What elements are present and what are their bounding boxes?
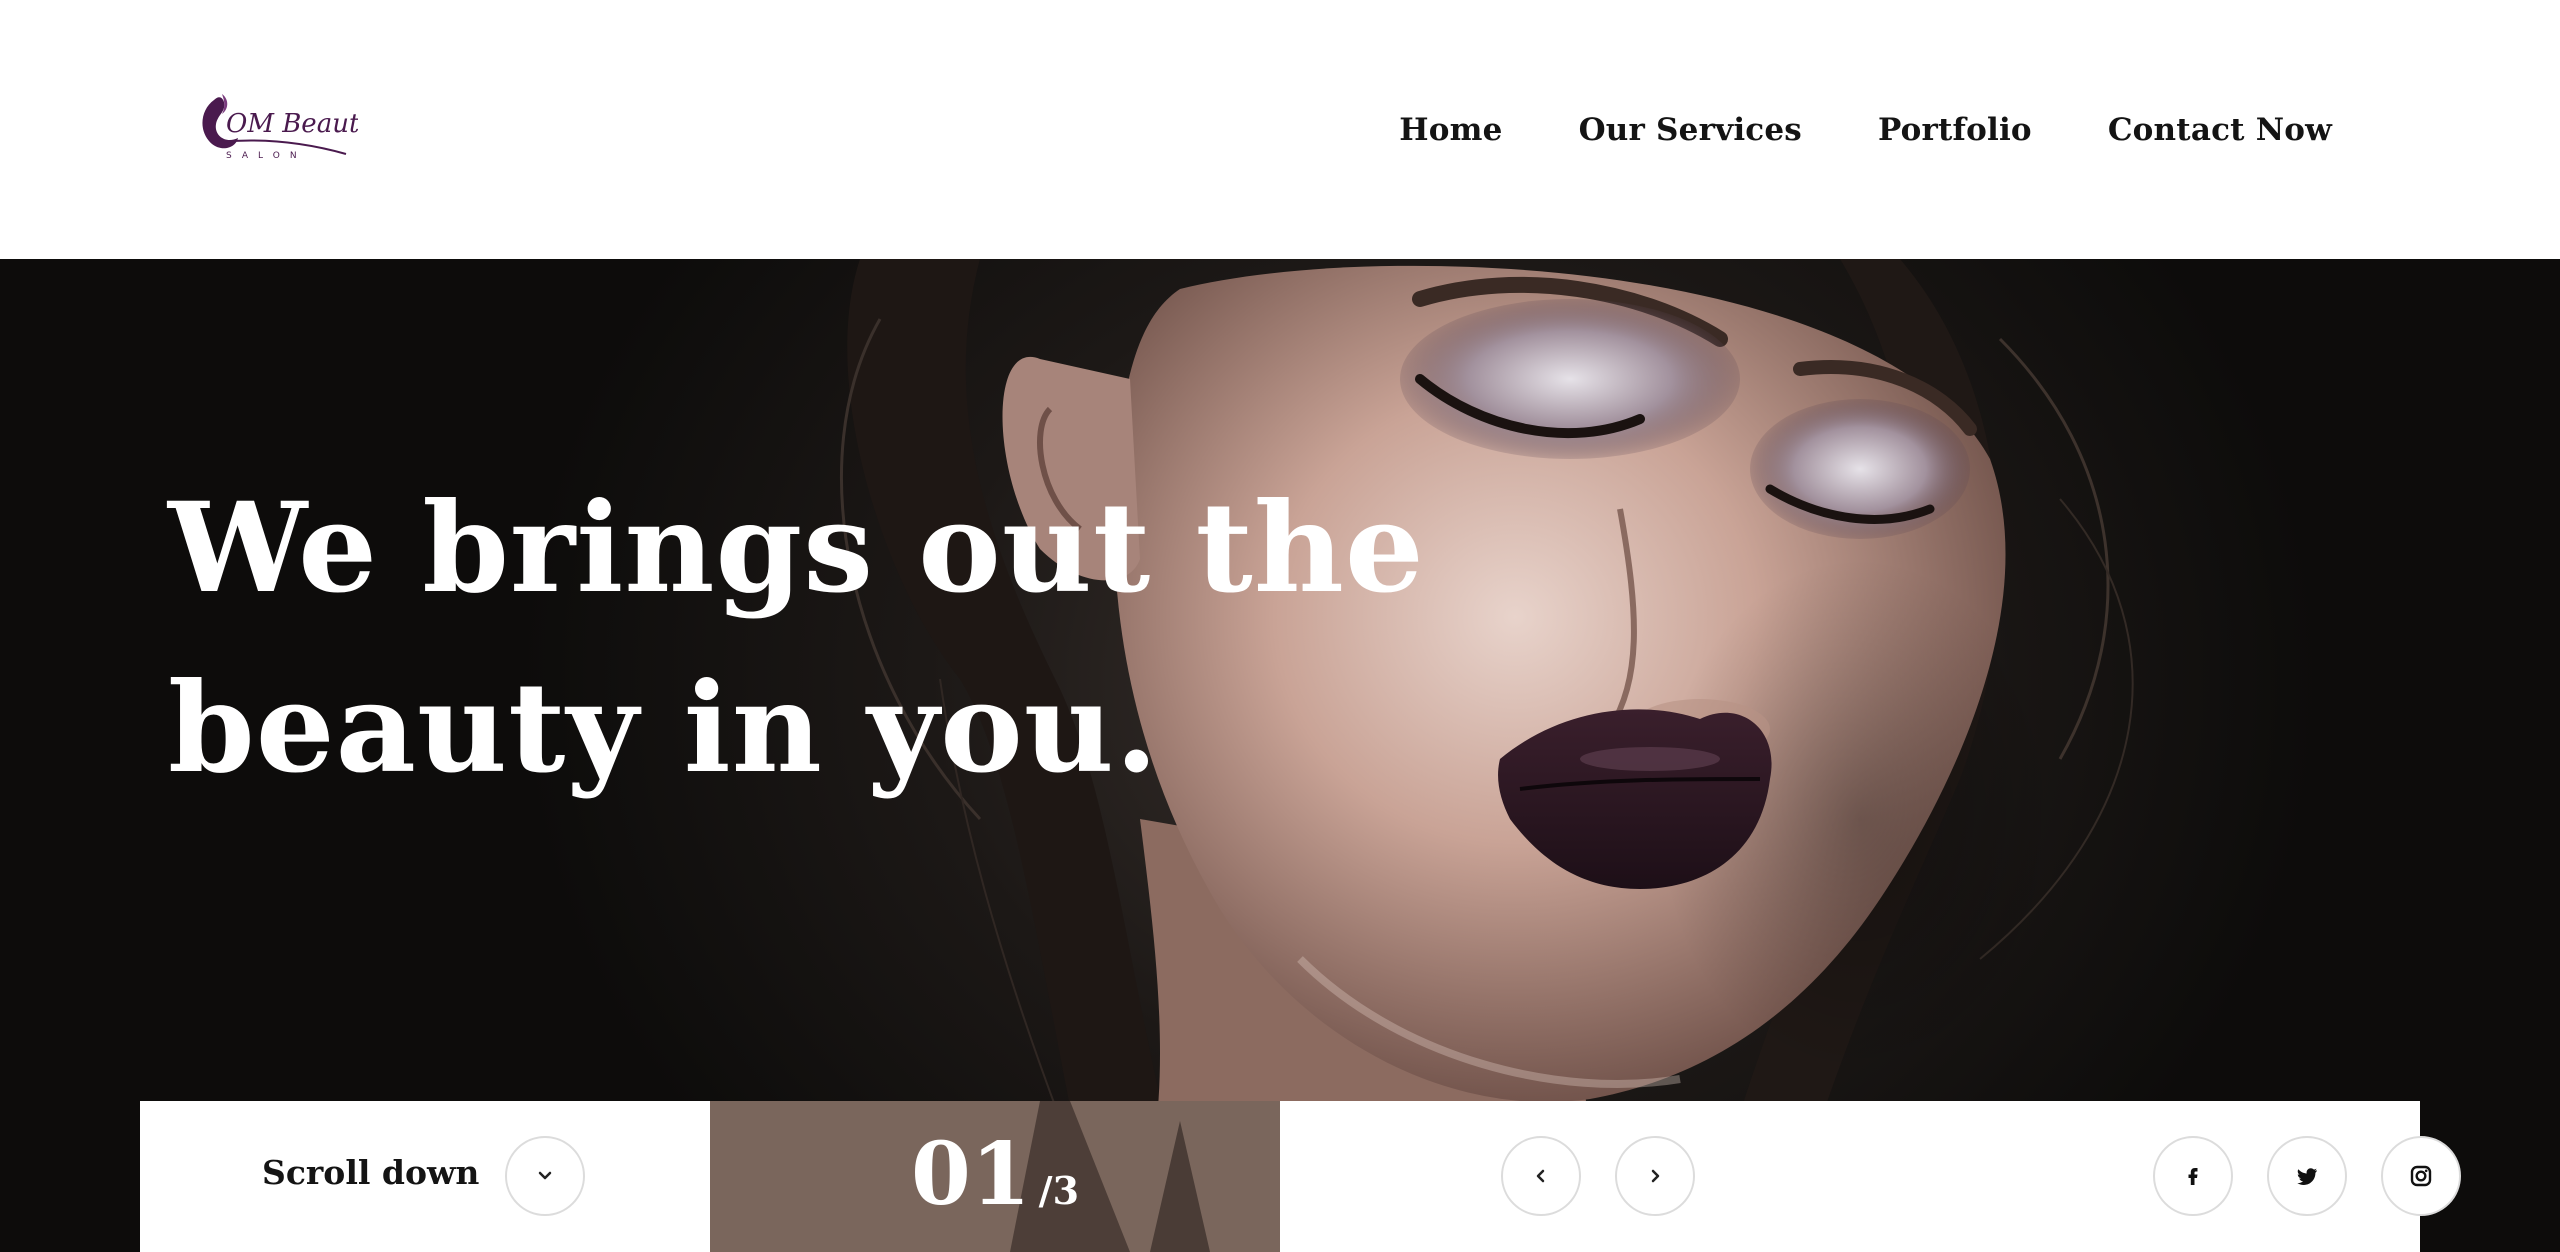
- scroll-down-button[interactable]: [505, 1136, 585, 1216]
- site-header: OM Beauty SALON Home Our Services Portfo…: [0, 0, 2560, 259]
- slide-current: 01: [910, 1124, 1031, 1225]
- logo-text: OM Beauty: [226, 109, 358, 139]
- facebook-icon: [2188, 1168, 2198, 1185]
- twitter-button[interactable]: [2267, 1136, 2347, 1216]
- hero-headline: We brings out the beauty in you.: [168, 459, 1425, 819]
- main-nav: Home Our Services Portfolio Contact Now: [1399, 104, 2332, 156]
- slide-counter: 01/3: [710, 1125, 1280, 1225]
- slide-separator: /: [1038, 1168, 1053, 1213]
- next-slide-button[interactable]: [1615, 1136, 1695, 1216]
- chevron-down-icon: [538, 1171, 552, 1180]
- scroll-panel: Scroll down: [140, 1101, 710, 1252]
- nav-home[interactable]: Home: [1399, 112, 1502, 148]
- salon-logo[interactable]: OM Beauty SALON: [186, 88, 358, 166]
- facebook-button[interactable]: [2153, 1136, 2233, 1216]
- slide-counter-panel: 01/3: [710, 1101, 1280, 1252]
- twitter-icon: [2297, 1168, 2317, 1185]
- chevron-left-icon: [1536, 1169, 1545, 1183]
- nav-our-services[interactable]: Our Services: [1579, 112, 1802, 148]
- instagram-button[interactable]: [2381, 1136, 2461, 1216]
- hero-headline-line-2: beauty in you.: [168, 656, 1160, 801]
- prev-slide-button[interactable]: [1501, 1136, 1581, 1216]
- scroll-down-label[interactable]: Scroll down: [262, 1153, 479, 1192]
- logo-subtitle: SALON: [226, 151, 307, 161]
- hero-headline-line-1: We brings out the: [168, 476, 1425, 621]
- slider-control-bar: Scroll down 01/3: [140, 1101, 2461, 1252]
- chevron-right-icon: [1651, 1169, 1660, 1183]
- instagram-icon: [2410, 1165, 2432, 1187]
- slider-controls-panel: [1280, 1101, 2461, 1252]
- nav-contact-now[interactable]: Contact Now: [2108, 112, 2332, 148]
- nav-portfolio[interactable]: Portfolio: [1878, 112, 2032, 148]
- slide-total: 3: [1052, 1168, 1080, 1213]
